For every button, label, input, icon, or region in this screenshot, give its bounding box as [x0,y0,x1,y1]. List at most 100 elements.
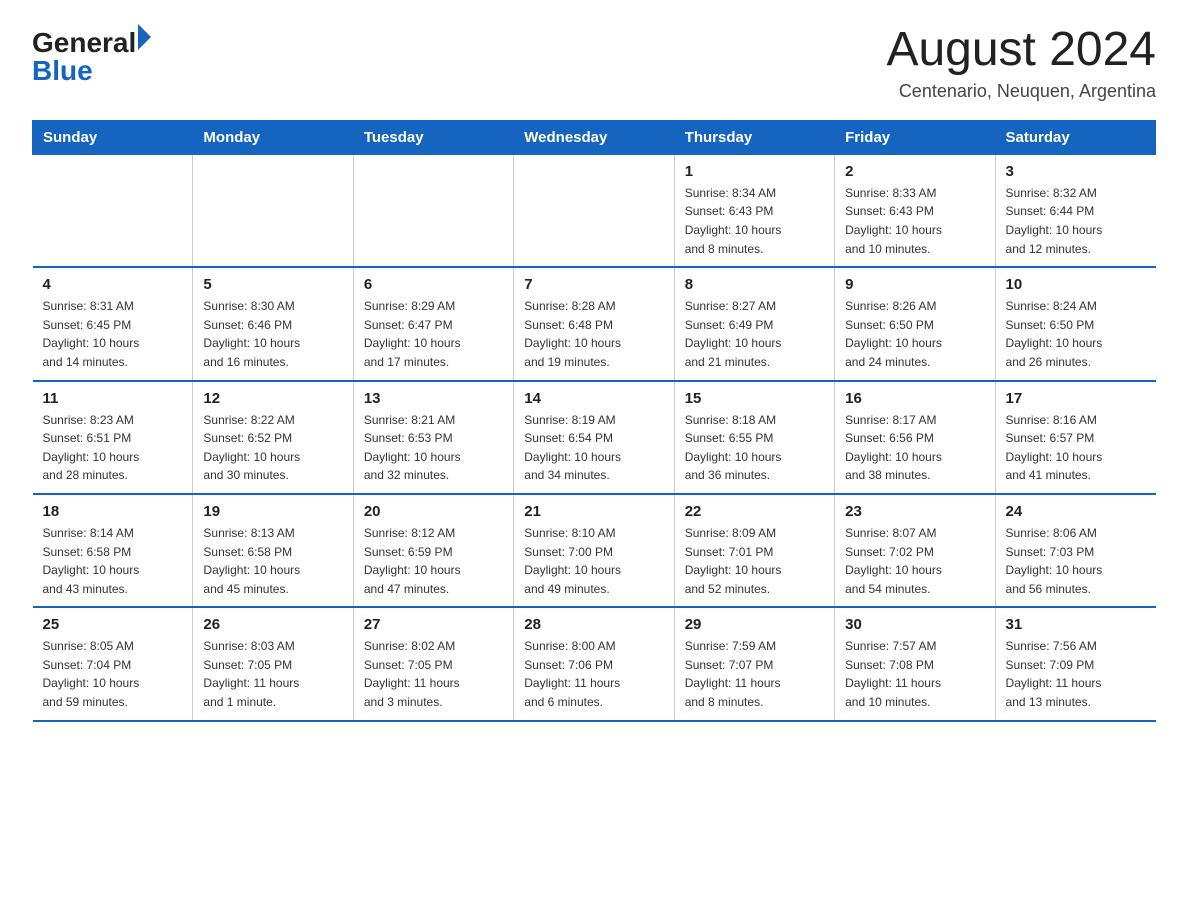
calendar-cell: 31 Sunrise: 7:56 AM Sunset: 7:09 PM Dayli… [995,607,1155,720]
month-title: August 2024 [886,24,1156,77]
calendar-week-row: 18 Sunrise: 8:14 AM Sunset: 6:58 PM Dayli… [33,494,1156,607]
day-number: 5 [203,276,342,293]
day-info: Sunrise: 8:24 AM Sunset: 6:50 PM Dayligh… [1006,297,1146,371]
day-info: Sunrise: 8:29 AM Sunset: 6:47 PM Dayligh… [364,297,503,371]
day-number: 13 [364,390,503,407]
col-tuesday: Tuesday [353,120,513,154]
col-sunday: Sunday [33,120,193,154]
page-header: General Blue August 2024 Centenario, Neu… [32,24,1156,102]
calendar-cell: 12 Sunrise: 8:22 AM Sunset: 6:52 PM Dayli… [193,381,353,494]
day-number: 8 [685,276,824,293]
calendar-cell: 9 Sunrise: 8:26 AM Sunset: 6:50 PM Daylig… [835,267,995,380]
calendar-cell: 1 Sunrise: 8:34 AM Sunset: 6:43 PM Daylig… [674,154,834,267]
day-info: Sunrise: 8:16 AM Sunset: 6:57 PM Dayligh… [1006,411,1146,485]
day-info: Sunrise: 8:13 AM Sunset: 6:58 PM Dayligh… [203,524,342,598]
day-number: 31 [1006,616,1146,633]
day-info: Sunrise: 7:56 AM Sunset: 7:09 PM Dayligh… [1006,637,1146,711]
day-number: 29 [685,616,824,633]
calendar-cell: 23Sunrise: 8:07 AM Sunset: 7:02 PM Dayli… [835,494,995,607]
day-info: Sunrise: 8:22 AM Sunset: 6:52 PM Dayligh… [203,411,342,485]
logo-blue-text: Blue [32,55,93,86]
title-area: August 2024 Centenario, Neuquen, Argenti… [886,24,1156,102]
calendar-cell: 14 Sunrise: 8:19 AM Sunset: 6:54 PM Dayli… [514,381,674,494]
day-number: 17 [1006,390,1146,407]
day-info: Sunrise: 8:34 AM Sunset: 6:43 PM Dayligh… [685,184,824,258]
calendar-cell [193,154,353,267]
calendar-cell: 21 Sunrise: 8:10 AM Sunset: 7:00 PM Dayli… [514,494,674,607]
day-info: Sunrise: 8:21 AM Sunset: 6:53 PM Dayligh… [364,411,503,485]
day-info: Sunrise: 7:57 AM Sunset: 7:08 PM Dayligh… [845,637,984,711]
logo-arrow-icon [138,24,151,50]
day-number: 21 [524,503,663,520]
day-info: Sunrise: 8:31 AM Sunset: 6:45 PM Dayligh… [43,297,183,371]
calendar-week-row: 25 Sunrise: 8:05 AM Sunset: 7:04 PM Dayli… [33,607,1156,720]
day-number: 18 [43,503,183,520]
calendar-cell: 13 Sunrise: 8:21 AM Sunset: 6:53 PM Dayli… [353,381,513,494]
calendar-cell: 28Sunrise: 8:00 AM Sunset: 7:06 PM Dayli… [514,607,674,720]
day-number: 20 [364,503,503,520]
col-thursday: Thursday [674,120,834,154]
calendar-table: Sunday Monday Tuesday Wednesday Thursday… [32,120,1156,722]
calendar-cell: 16Sunrise: 8:17 AM Sunset: 6:56 PM Dayli… [835,381,995,494]
day-number: 14 [524,390,663,407]
calendar-cell: 7Sunrise: 8:28 AM Sunset: 6:48 PM Daylig… [514,267,674,380]
day-number: 11 [43,390,183,407]
day-number: 12 [203,390,342,407]
day-info: Sunrise: 8:19 AM Sunset: 6:54 PM Dayligh… [524,411,663,485]
day-number: 27 [364,616,503,633]
calendar-week-row: 11 Sunrise: 8:23 AM Sunset: 6:51 PM Dayli… [33,381,1156,494]
day-info: Sunrise: 8:23 AM Sunset: 6:51 PM Dayligh… [43,411,183,485]
day-info: Sunrise: 8:07 AM Sunset: 7:02 PM Dayligh… [845,524,984,598]
calendar-cell: 26Sunrise: 8:03 AM Sunset: 7:05 PM Dayli… [193,607,353,720]
day-info: Sunrise: 8:06 AM Sunset: 7:03 PM Dayligh… [1006,524,1146,598]
calendar-cell: 24 Sunrise: 8:06 AM Sunset: 7:03 PM Dayli… [995,494,1155,607]
calendar-body: 1 Sunrise: 8:34 AM Sunset: 6:43 PM Daylig… [33,154,1156,720]
day-number: 6 [364,276,503,293]
day-info: Sunrise: 8:09 AM Sunset: 7:01 PM Dayligh… [685,524,824,598]
col-wednesday: Wednesday [514,120,674,154]
day-info: Sunrise: 8:27 AM Sunset: 6:49 PM Dayligh… [685,297,824,371]
day-number: 25 [43,616,183,633]
day-number: 16 [845,390,984,407]
calendar-cell: 22Sunrise: 8:09 AM Sunset: 7:01 PM Dayli… [674,494,834,607]
day-info: Sunrise: 8:30 AM Sunset: 6:46 PM Dayligh… [203,297,342,371]
location-subtitle: Centenario, Neuquen, Argentina [886,81,1156,102]
calendar-cell: 20 Sunrise: 8:12 AM Sunset: 6:59 PM Dayli… [353,494,513,607]
calendar-cell: 18 Sunrise: 8:14 AM Sunset: 6:58 PM Dayli… [33,494,193,607]
calendar-cell: 4 Sunrise: 8:31 AM Sunset: 6:45 PM Daylig… [33,267,193,380]
calendar-cell: 15Sunrise: 8:18 AM Sunset: 6:55 PM Dayli… [674,381,834,494]
calendar-cell: 17 Sunrise: 8:16 AM Sunset: 6:57 PM Dayli… [995,381,1155,494]
calendar-cell: 27Sunrise: 8:02 AM Sunset: 7:05 PM Dayli… [353,607,513,720]
calendar-cell: 6 Sunrise: 8:29 AM Sunset: 6:47 PM Daylig… [353,267,513,380]
calendar-cell: 30 Sunrise: 7:57 AM Sunset: 7:08 PM Dayli… [835,607,995,720]
calendar-cell: 3 Sunrise: 8:32 AM Sunset: 6:44 PM Daylig… [995,154,1155,267]
day-info: Sunrise: 8:10 AM Sunset: 7:00 PM Dayligh… [524,524,663,598]
calendar-cell: 2 Sunrise: 8:33 AM Sunset: 6:43 PM Daylig… [835,154,995,267]
day-number: 1 [685,163,824,180]
day-number: 2 [845,163,984,180]
day-number: 7 [524,276,663,293]
day-number: 30 [845,616,984,633]
day-number: 19 [203,503,342,520]
header-row: Sunday Monday Tuesday Wednesday Thursday… [33,120,1156,154]
day-number: 9 [845,276,984,293]
col-friday: Friday [835,120,995,154]
calendar-cell: 10Sunrise: 8:24 AM Sunset: 6:50 PM Dayli… [995,267,1155,380]
day-number: 26 [203,616,342,633]
day-number: 15 [685,390,824,407]
day-info: Sunrise: 8:33 AM Sunset: 6:43 PM Dayligh… [845,184,984,258]
calendar-cell [514,154,674,267]
col-saturday: Saturday [995,120,1155,154]
day-number: 3 [1006,163,1146,180]
day-info: Sunrise: 8:32 AM Sunset: 6:44 PM Dayligh… [1006,184,1146,258]
calendar-cell: 5 Sunrise: 8:30 AM Sunset: 6:46 PM Daylig… [193,267,353,380]
day-info: Sunrise: 8:26 AM Sunset: 6:50 PM Dayligh… [845,297,984,371]
logo: General Blue [32,24,151,85]
day-info: Sunrise: 8:05 AM Sunset: 7:04 PM Dayligh… [43,637,183,711]
calendar-header: Sunday Monday Tuesday Wednesday Thursday… [33,120,1156,154]
day-info: Sunrise: 8:12 AM Sunset: 6:59 PM Dayligh… [364,524,503,598]
day-number: 4 [43,276,183,293]
day-number: 24 [1006,503,1146,520]
day-info: Sunrise: 8:14 AM Sunset: 6:58 PM Dayligh… [43,524,183,598]
calendar-week-row: 1 Sunrise: 8:34 AM Sunset: 6:43 PM Daylig… [33,154,1156,267]
